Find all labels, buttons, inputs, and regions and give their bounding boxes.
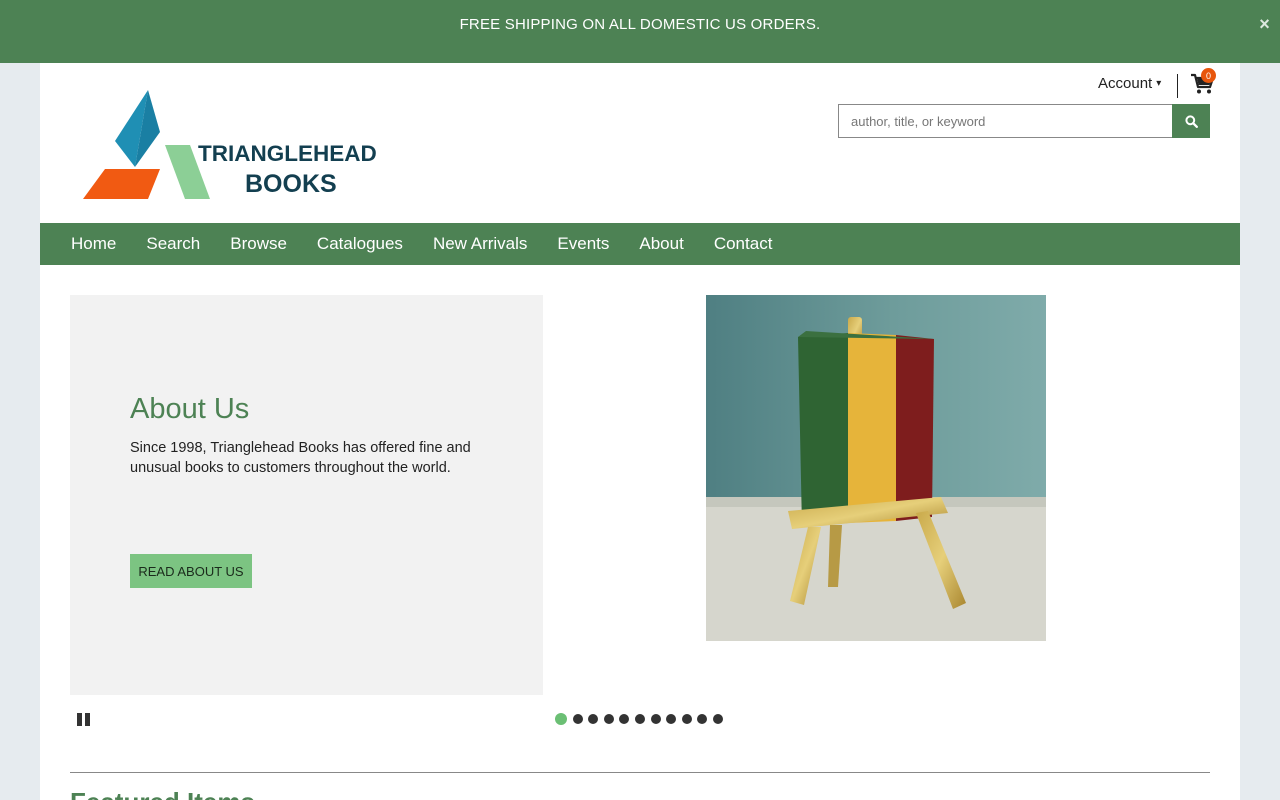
logo-orange-shape [83,169,160,199]
cart-count-badge: 0 [1201,68,1216,83]
slide-description: Since 1998, Trianglehead Books has offer… [130,440,471,476]
page-container: TRIANGLEHEAD BOOKS Account ▾ 0 Home Sear… [40,63,1240,800]
caret-down-icon: ▾ [1156,78,1162,89]
nav-item-catalogues[interactable]: Catalogues [317,234,403,254]
slide-image-book-on-easel [706,295,1046,641]
slide-title: About Us [130,393,250,425]
nav-item-contact[interactable]: Contact [714,234,773,254]
main-nav: Home Search Browse Catalogues New Arriva… [40,223,1240,265]
promo-bar: FREE SHIPPING ON ALL DOMESTIC US ORDERS.… [0,0,1280,63]
slide-text-panel: About Us Since 1998, Trianglehead Books … [70,295,543,695]
nav-item-new-arrivals[interactable]: New Arrivals [433,234,527,254]
slide-dot-6[interactable] [634,714,645,724]
pause-icon[interactable] [77,713,91,726]
slide-dot-1[interactable] [555,713,567,725]
slide-dot-7[interactable] [650,714,661,724]
search-input[interactable] [838,104,1172,138]
promo-text: FREE SHIPPING ON ALL DOMESTIC US ORDERS. [459,16,821,33]
section-divider [70,772,1210,773]
search-icon [1184,114,1198,128]
slide-dot-3[interactable] [588,714,599,724]
slide-dot-11[interactable] [712,714,723,724]
search-button[interactable] [1172,104,1210,138]
site-logo[interactable]: TRIANGLEHEAD BOOKS [80,87,380,203]
logo-text-line1: TRIANGLEHEAD [198,141,377,166]
slide-dot-10[interactable] [697,714,708,724]
read-about-us-button[interactable]: READ ABOUT US [130,554,252,588]
nav-item-browse[interactable]: Browse [230,234,287,254]
search-form [838,104,1210,138]
header-divider [1177,74,1178,98]
featured-items-heading: Featured Items [70,787,255,800]
nav-item-home[interactable]: Home [71,234,116,254]
account-menu[interactable]: Account ▾ [1098,75,1161,92]
slide-dot-2[interactable] [572,714,583,724]
nav-item-about[interactable]: About [639,234,683,254]
slide-dot-8[interactable] [666,714,677,724]
slide-dot-4[interactable] [603,714,614,724]
slide-dot-5[interactable] [619,714,630,724]
close-icon[interactable]: × [1259,14,1270,35]
nav-item-search[interactable]: Search [146,234,200,254]
slide-dot-9[interactable] [681,714,692,724]
logo-text-line2: BOOKS [245,170,337,198]
nav-item-events[interactable]: Events [557,234,609,254]
account-label: Account [1098,75,1153,92]
slide-pagination-dots [555,713,723,725]
